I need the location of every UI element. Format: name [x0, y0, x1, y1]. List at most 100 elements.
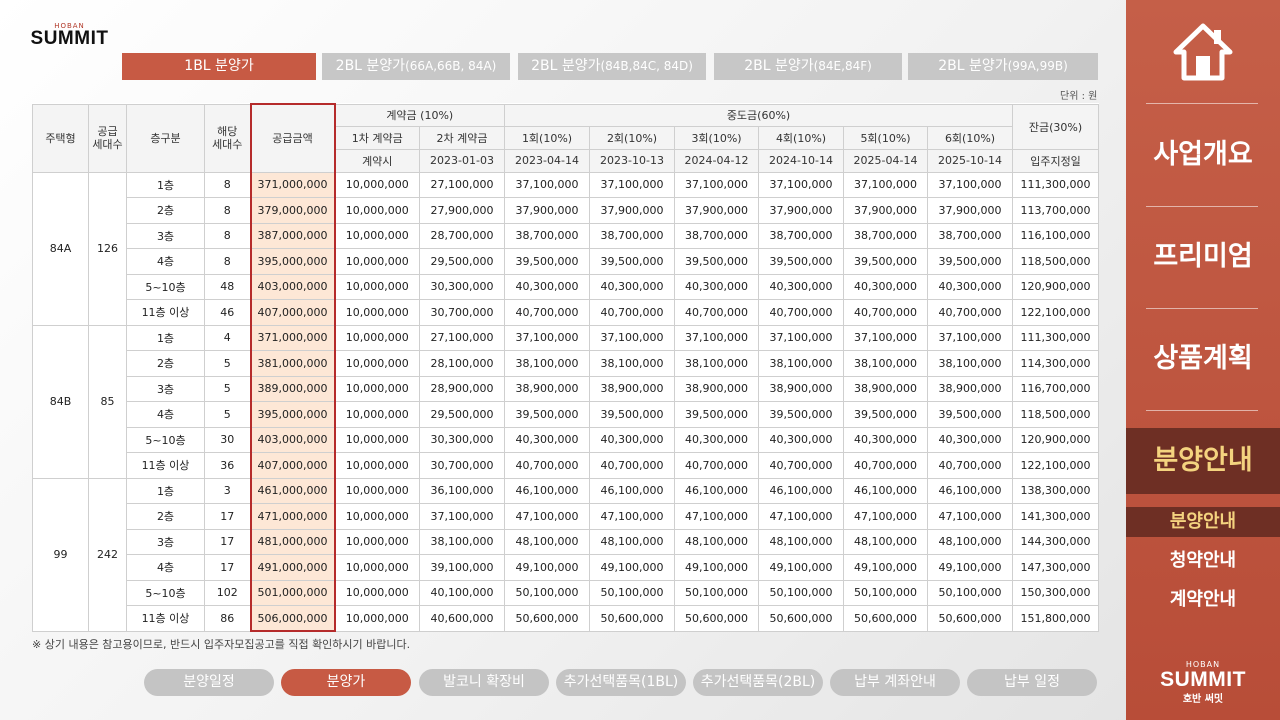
- submenu-subscription[interactable]: 청약안내: [1126, 546, 1280, 576]
- cell-dep1: 10,000,000: [334, 350, 420, 377]
- tab-label: 2BL 분양가: [744, 58, 814, 74]
- cell-units: 36: [204, 452, 251, 479]
- cell-i1: 40,700,000: [504, 452, 591, 479]
- cell-i3: 40,300,000: [674, 426, 760, 454]
- tab-label: 2BL 분양가: [531, 58, 601, 74]
- btn-price[interactable]: 분양가: [281, 669, 411, 696]
- cell-dep1: 10,000,000: [334, 197, 420, 224]
- cell-i2: 46,100,000: [589, 477, 676, 505]
- cell-dep2: 29,500,000: [418, 401, 506, 428]
- cell-units: 48: [204, 273, 251, 301]
- divider: [1146, 103, 1258, 104]
- cell-balance: 116,100,000: [1012, 222, 1100, 250]
- btn-options-1bl[interactable]: 추가선택품목(1BL): [556, 669, 686, 696]
- submenu-sales-info[interactable]: 분양안내: [1126, 507, 1280, 537]
- cell-supply-price: 501,000,000: [249, 579, 336, 607]
- header-i3-date: 2024-04-12: [674, 148, 760, 173]
- tab-2bl-84e[interactable]: 2BL 분양가(84E,84F): [714, 53, 902, 80]
- cell-floor: 3층: [126, 528, 205, 556]
- cell-i6: 38,700,000: [927, 222, 1014, 250]
- cell-i5: 50,600,000: [843, 605, 929, 632]
- cell-supply-price: 471,000,000: [249, 503, 336, 530]
- cell-i1: 47,100,000: [504, 503, 591, 530]
- cell-supply-price: 407,000,000: [249, 452, 336, 479]
- cell-supply-price: 395,000,000: [249, 401, 336, 428]
- cell-i2: 50,600,000: [589, 605, 676, 632]
- cell-i2: 40,300,000: [589, 273, 676, 301]
- menu-overview[interactable]: 사업개요: [1126, 135, 1280, 175]
- cell-balance: 122,100,000: [1012, 299, 1100, 326]
- tab-2bl-99a[interactable]: 2BL 분양가(99A,99B): [908, 53, 1098, 80]
- table-row: 2층 5 381,000,000 10,000,000 28,100,000 38,100…: [33, 350, 1100, 377]
- btn-account[interactable]: 납부 계좌안내: [830, 669, 960, 696]
- menu-premium[interactable]: 프리미엄: [1126, 237, 1280, 277]
- tab-1bl[interactable]: 1BL 분양가: [122, 53, 316, 80]
- cell-balance: 122,100,000: [1012, 452, 1100, 479]
- cell-i4: 48,100,000: [758, 528, 845, 556]
- tab-sub: (99A,99B): [1007, 59, 1068, 73]
- table-row: 2층 8 379,000,000 10,000,000 27,900,000 37,900…: [33, 197, 1100, 224]
- cell-i2: 39,500,000: [589, 248, 676, 275]
- tab-2bl-84b[interactable]: 2BL 분양가(84B,84C, 84D): [518, 53, 706, 80]
- cell-balance: 147,300,000: [1012, 554, 1100, 581]
- cell-i3: 49,100,000: [674, 554, 760, 581]
- cell-balance: 111,300,000: [1012, 324, 1100, 352]
- cell-dep2: 30,300,000: [418, 426, 506, 454]
- table-row: 84B 85 1층 4 371,000,000 10,000,000 27,100,000 3…: [32, 324, 1100, 479]
- tab-2bl-66a[interactable]: 2BL 분양가(66A,66B, 84A): [322, 53, 510, 80]
- cell-units: 17: [204, 503, 251, 530]
- submenu-contract[interactable]: 계약안내: [1126, 585, 1280, 615]
- cell-i4: 38,100,000: [758, 350, 845, 377]
- header-i6: 6회(10%): [927, 126, 1014, 150]
- btn-balcony[interactable]: 발코니 확장비: [419, 669, 549, 696]
- cell-i6: 40,300,000: [927, 273, 1014, 301]
- cell-balance: 138,300,000: [1012, 477, 1100, 505]
- cell-i1: 37,100,000: [504, 171, 591, 199]
- tab-label: 2BL 분양가: [938, 58, 1008, 74]
- cell-i3: 40,700,000: [674, 452, 760, 479]
- cell-floor: 4층: [126, 554, 205, 581]
- cell-i5: 48,100,000: [843, 528, 929, 556]
- cell-i1: 46,100,000: [504, 477, 591, 505]
- cell-i2: 40,700,000: [589, 299, 676, 326]
- menu-product[interactable]: 상품계획: [1126, 339, 1280, 379]
- cell-i4: 40,300,000: [758, 426, 845, 454]
- header-dep2-date: 2023-01-03: [418, 148, 506, 173]
- cell-i1: 39,500,000: [504, 401, 591, 428]
- btn-options-2bl[interactable]: 추가선택품목(2BL): [693, 669, 823, 696]
- tab-label: 2BL 분양가: [335, 58, 406, 74]
- cell-supply-price: 395,000,000: [249, 248, 336, 275]
- header-i5: 5회(10%): [843, 126, 929, 150]
- cell-floor: 1층: [126, 477, 205, 505]
- cell-i3: 39,500,000: [674, 248, 760, 275]
- btn-schedule[interactable]: 분양일정: [144, 669, 274, 696]
- cell-i5: 38,100,000: [843, 350, 929, 377]
- table-row: 99 242 1층 3 461,000,000 10,000,000 36,100,000 4…: [32, 477, 1100, 632]
- cell-i3: 37,100,000: [674, 171, 760, 199]
- btn-payment-schedule[interactable]: 납부 일정: [967, 669, 1097, 696]
- menu-sales[interactable]: 분양안내: [1126, 428, 1280, 494]
- home-icon[interactable]: [1172, 22, 1234, 82]
- cell-dep2: 28,900,000: [418, 375, 506, 403]
- cell-units: 4: [204, 324, 251, 352]
- cell-dep2: 30,700,000: [418, 452, 506, 479]
- cell-floor: 4층: [126, 248, 205, 275]
- side-panel: 사업개요 프리미엄 상품계획 분양안내 분양안내 청약안내 계약안내 HOBAN…: [1126, 0, 1280, 720]
- cell-floor: 11층 이상: [126, 605, 205, 632]
- cell-balance: 151,800,000: [1012, 605, 1100, 632]
- cell-dep1: 10,000,000: [334, 579, 420, 607]
- cell-balance: 144,300,000: [1012, 528, 1100, 556]
- cell-i3: 37,900,000: [674, 197, 760, 224]
- cell-i6: 40,700,000: [927, 452, 1014, 479]
- cell-balance: 118,500,000: [1012, 401, 1100, 428]
- cell-floor: 1층: [126, 324, 205, 352]
- cell-i3: 50,100,000: [674, 579, 760, 607]
- cell-dep1: 10,000,000: [334, 605, 420, 632]
- cell-floor: 4층: [126, 401, 205, 428]
- tab-sub: (84E,84F): [813, 59, 872, 73]
- cell-i1: 40,700,000: [504, 299, 591, 326]
- cell-i5: 40,300,000: [843, 426, 929, 454]
- cell-type: 84A: [32, 171, 89, 326]
- cell-floor: 2층: [126, 197, 205, 224]
- cell-balance: 120,900,000: [1012, 273, 1100, 301]
